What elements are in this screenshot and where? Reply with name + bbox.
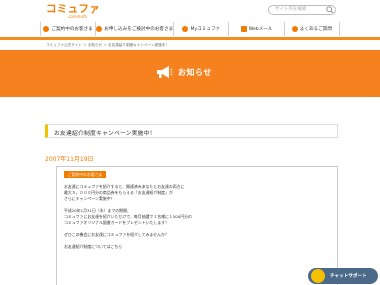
paragraph-line: コミュファオリジナル図書カードをプレゼントいたします！ xyxy=(64,220,170,225)
paragraph-line: ぜひこの機会にお友達にコミュファを紹介してみませんか？ xyxy=(64,232,169,237)
article-title: お友達紹介制度キャンペーン実施中！ xyxy=(54,131,156,137)
nav-item-my-commufa[interactable]: Myコミュファ xyxy=(173,22,228,36)
top-bar: コミュファ commufa サイト内を検索 xyxy=(0,0,380,20)
nav-item-prospective-customers[interactable]: お申し込みをご検討中のお客さま xyxy=(95,22,173,36)
mail-icon xyxy=(240,26,247,32)
search-icon[interactable] xyxy=(325,5,335,15)
nav-label: Webメール xyxy=(248,27,273,32)
breadcrumb: コミュファ公式サイト ＞ お知らせ ＞ お友達紹介制度キャンペーン実施中！ xyxy=(46,43,169,47)
article-date: 2007年11月19日 xyxy=(45,156,94,163)
chat-support-label: チャットサポート xyxy=(330,274,367,279)
main-nav: ご契約中のお客さま お申し込みをご検討中のお客さま Myコミュファ Webメール… xyxy=(40,22,340,36)
referral-link[interactable]: お友達紹介制度についてはこちら xyxy=(64,244,122,250)
nav-label: ご契約中のお客さま xyxy=(51,27,93,32)
house-icon xyxy=(96,26,103,32)
nav-divider xyxy=(0,37,380,40)
paragraph-line: さらにキャンペーン実施中！ xyxy=(64,196,115,201)
megaphone-icon xyxy=(157,66,173,78)
nav-item-webmail[interactable]: Webメール xyxy=(228,22,283,36)
page-title: お知らせ xyxy=(178,68,212,77)
logo-subtext: commufa xyxy=(68,14,87,19)
nav-label: Myコミュファ xyxy=(190,27,221,32)
commufa-logo[interactable]: コミュファ commufa xyxy=(46,4,102,20)
nav-item-current-customers[interactable]: ご契約中のお客さま xyxy=(40,22,95,36)
nav-label: よくあるご質問 xyxy=(299,27,332,32)
chat-support-icon xyxy=(311,269,325,283)
question-icon xyxy=(291,26,298,32)
article-content: ご契約中のお客さま お友達にコミュファを紹介すると、開通済みあなたとお友達の両方… xyxy=(56,166,338,285)
person-icon xyxy=(43,26,50,32)
chat-support-button[interactable]: チャットサポート xyxy=(308,268,378,284)
nav-label: お申し込みをご検討中のお客さま xyxy=(104,27,174,32)
nav-item-faq[interactable]: よくあるご質問 xyxy=(283,22,340,36)
category-tag: ご契約中のお客さま xyxy=(64,171,107,178)
user-icon xyxy=(182,26,189,32)
hero-banner: お知らせ xyxy=(0,50,380,97)
article-title-box: お友達紹介制度キャンペーン実施中！ xyxy=(45,124,338,138)
